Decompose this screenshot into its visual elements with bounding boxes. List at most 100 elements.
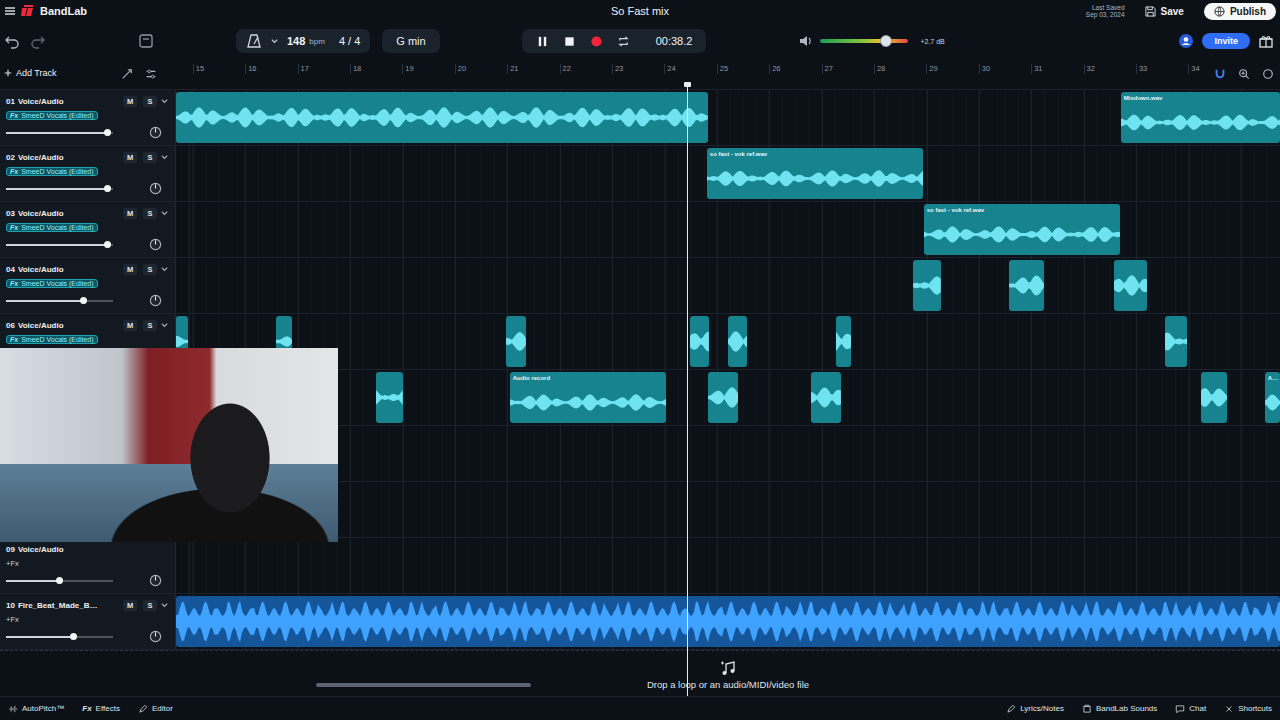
bottom-bar-item[interactable]: FxEffects bbox=[82, 702, 120, 715]
audio-clip[interactable] bbox=[1009, 260, 1044, 311]
track-settings-icon[interactable] bbox=[145, 68, 157, 80]
solo-button[interactable]: S bbox=[143, 96, 157, 107]
chevron-down-icon[interactable] bbox=[270, 37, 279, 46]
track-volume-slider[interactable] bbox=[6, 577, 113, 585]
pause-icon[interactable] bbox=[536, 35, 549, 48]
mute-button[interactable]: M bbox=[123, 152, 137, 163]
loop-icon[interactable] bbox=[617, 35, 630, 48]
pan-knob-icon[interactable] bbox=[149, 238, 162, 251]
track-header[interactable]: 02Voice/AudioMSFxSmeeD Vocals (Edited) bbox=[0, 146, 176, 201]
pan-knob-icon[interactable] bbox=[149, 182, 162, 195]
mute-button[interactable]: M bbox=[123, 320, 137, 331]
mute-button[interactable]: M bbox=[123, 208, 137, 219]
bottom-bar-item[interactable]: Shortcuts bbox=[1224, 702, 1272, 716]
audio-clip[interactable] bbox=[506, 316, 526, 367]
track-header[interactable]: 01Voice/AudioMSFxSmeeD Vocals (Edited) bbox=[0, 90, 176, 145]
track-header[interactable]: 03Voice/AudioMSFxSmeeD Vocals (Edited) bbox=[0, 202, 176, 257]
track-lane[interactable]: so fast - vok ref.wav bbox=[176, 202, 1280, 257]
track-lane[interactable] bbox=[176, 594, 1280, 649]
chevron-down-icon[interactable] bbox=[160, 265, 169, 274]
mute-button[interactable]: M bbox=[123, 96, 137, 107]
audio-clip[interactable] bbox=[1114, 260, 1147, 311]
undo-icon[interactable] bbox=[4, 33, 20, 49]
audio-clip[interactable] bbox=[176, 596, 1280, 647]
chevron-down-icon[interactable] bbox=[160, 601, 169, 610]
chevron-down-icon[interactable] bbox=[160, 209, 169, 218]
audio-clip[interactable] bbox=[836, 316, 851, 367]
publish-button[interactable]: Publish bbox=[1204, 3, 1276, 20]
add-effect-button[interactable]: +Fx bbox=[6, 559, 19, 568]
track-name[interactable]: Voice/Audio bbox=[18, 153, 117, 162]
track-name[interactable]: Voice/Audio bbox=[18, 97, 117, 106]
add-effect-button[interactable]: +Fx bbox=[6, 615, 19, 624]
bottom-bar-item[interactable]: Editor bbox=[138, 702, 173, 716]
track-volume-slider[interactable] bbox=[6, 129, 113, 137]
record-icon[interactable] bbox=[590, 35, 603, 48]
bottom-bar-item[interactable]: BandLab Sounds bbox=[1082, 702, 1157, 716]
track-name[interactable]: Voice/Audio bbox=[18, 321, 117, 330]
playhead[interactable] bbox=[687, 84, 688, 696]
track-lane[interactable]: Audio record A… bbox=[176, 370, 1280, 425]
track-header[interactable]: 10Fire_Beat_Made_B…MS+Fx bbox=[0, 594, 176, 649]
chevron-down-icon[interactable] bbox=[160, 97, 169, 106]
audio-clip[interactable]: A… bbox=[1265, 372, 1280, 423]
audio-clip[interactable] bbox=[690, 316, 709, 367]
solo-button[interactable]: S bbox=[143, 264, 157, 275]
audio-clip[interactable]: Mixdown.wav bbox=[1121, 92, 1280, 143]
solo-button[interactable]: S bbox=[143, 320, 157, 331]
bottom-bar-item[interactable]: Chat bbox=[1175, 702, 1206, 716]
master-volume-slider[interactable] bbox=[820, 35, 908, 47]
effect-preset[interactable]: FxSmeeD Vocals (Edited) bbox=[6, 111, 98, 120]
mute-button[interactable]: M bbox=[123, 264, 137, 275]
mute-button[interactable]: M bbox=[123, 600, 137, 611]
chevron-down-icon[interactable] bbox=[160, 153, 169, 162]
zoom-icon[interactable] bbox=[1238, 68, 1250, 80]
mixer-view-icon[interactable] bbox=[138, 33, 154, 49]
automation-icon[interactable] bbox=[121, 68, 133, 80]
timeline-ruler[interactable]: 1516171819202122232425262728293031323334 bbox=[176, 60, 1280, 89]
chevron-down-icon[interactable] bbox=[160, 321, 169, 330]
bandlab-logo[interactable]: BandLab bbox=[4, 5, 611, 17]
effect-preset[interactable]: FxSmeeD Vocals (Edited) bbox=[6, 279, 98, 288]
track-name[interactable]: Voice/Audio bbox=[18, 265, 117, 274]
pan-knob-icon[interactable] bbox=[149, 630, 162, 643]
audio-clip[interactable]: so fast - vok ref.wav bbox=[707, 148, 923, 199]
key-control[interactable]: G min bbox=[382, 29, 439, 53]
track-header[interactable]: 04Voice/AudioMSFxSmeeD Vocals (Edited) bbox=[0, 258, 176, 313]
audio-clip[interactable] bbox=[913, 260, 941, 311]
horizontal-scrollbar[interactable] bbox=[0, 683, 1280, 687]
drop-zone[interactable]: Drop a loop or an audio/MIDI/video file bbox=[0, 650, 1280, 696]
invite-button[interactable]: Invite bbox=[1202, 33, 1250, 49]
track-lane[interactable] bbox=[176, 538, 1280, 593]
track-lane[interactable]: so fast - vok ref.wav bbox=[176, 146, 1280, 201]
track-name[interactable]: Voice/Audio bbox=[18, 209, 117, 218]
effect-preset[interactable]: FxSmeeD Vocals (Edited) bbox=[6, 167, 98, 176]
track-name[interactable]: Fire_Beat_Made_B… bbox=[18, 601, 117, 610]
effect-preset[interactable]: FxSmeeD Vocals (Edited) bbox=[6, 223, 98, 232]
save-button[interactable]: Save bbox=[1137, 4, 1192, 19]
speaker-icon[interactable] bbox=[798, 33, 814, 49]
tempo-value[interactable]: 148 bbox=[287, 35, 305, 47]
track-lane[interactable] bbox=[176, 258, 1280, 313]
time-signature[interactable]: 4 / 4 bbox=[339, 35, 360, 47]
effect-preset[interactable]: FxSmeeD Vocals (Edited) bbox=[6, 335, 98, 344]
audio-clip[interactable] bbox=[728, 316, 747, 367]
audio-clip[interactable] bbox=[376, 372, 403, 423]
track-volume-slider[interactable] bbox=[6, 185, 113, 193]
pan-knob-icon[interactable] bbox=[149, 126, 162, 139]
audio-clip[interactable]: so fast - vok ref.wav bbox=[924, 204, 1120, 255]
bottom-bar-item[interactable]: Lyrics/Notes bbox=[1006, 702, 1064, 716]
audio-clip[interactable] bbox=[176, 92, 708, 143]
tempo-control[interactable]: 148bpm4 / 4 bbox=[236, 29, 370, 53]
scrollbar-thumb[interactable] bbox=[316, 683, 531, 687]
project-title[interactable]: So Fast mix bbox=[611, 5, 669, 17]
audio-clip[interactable] bbox=[1165, 316, 1187, 367]
track-lane[interactable] bbox=[176, 426, 1280, 481]
audio-clip[interactable]: Audio record bbox=[510, 372, 666, 423]
zoom-fit-icon[interactable] bbox=[1262, 68, 1274, 80]
track-lane[interactable]: Mixdown.wav bbox=[176, 90, 1280, 145]
track-lane[interactable] bbox=[176, 314, 1280, 369]
snap-magnet-icon[interactable] bbox=[1214, 68, 1226, 80]
gift-icon[interactable] bbox=[1258, 33, 1274, 49]
audio-clip[interactable] bbox=[811, 372, 841, 423]
